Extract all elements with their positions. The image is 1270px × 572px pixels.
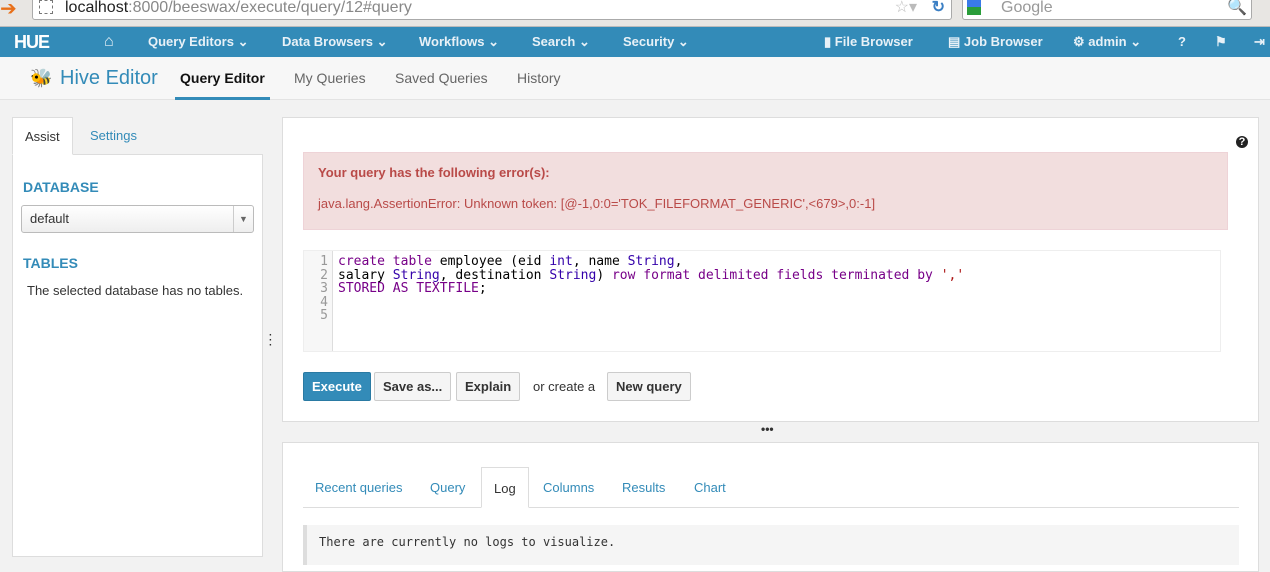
search-placeholder: Google: [1001, 0, 1053, 16]
app-title: Hive Editor: [60, 57, 158, 99]
flag-icon[interactable]: ⚑: [1215, 27, 1227, 57]
nav-job-browser[interactable]: ▤ Job Browser: [948, 27, 1043, 57]
top-nav: HUE ⌂ Query Editors ⌄ Data Browsers ⌄ Wo…: [0, 27, 1270, 57]
tab-saved-queries[interactable]: Saved Queries: [395, 57, 488, 99]
nav-workflows[interactable]: Workflows ⌄: [419, 27, 499, 57]
nav-query-editors[interactable]: Query Editors ⌄: [148, 27, 248, 57]
query-panel: ? Your query has the following error(s):…: [282, 117, 1259, 422]
hue-logo[interactable]: HUE: [14, 27, 49, 57]
tab-query[interactable]: Query: [418, 467, 477, 508]
or-create-label: or create a: [533, 379, 595, 394]
results-panel: Recent queries Query Log Columns Results…: [282, 442, 1259, 572]
assist-panel: Assist Settings DATABASE default▼ TABLES…: [12, 117, 263, 557]
home-icon[interactable]: ⌂: [104, 27, 114, 57]
new-query-button[interactable]: New query: [607, 372, 691, 401]
save-as-button[interactable]: Save as...: [374, 372, 451, 401]
line-numbers: 12345: [304, 251, 333, 351]
bookmark-star-icon[interactable]: ☆▾: [895, 0, 917, 19]
database-select[interactable]: default▼: [21, 205, 254, 233]
sub-nav: 🐝 Hive Editor Query Editor My Queries Sa…: [0, 57, 1270, 100]
help-icon[interactable]: ?: [1178, 27, 1186, 57]
gears-icon: ⚙: [1073, 34, 1085, 49]
url-path: :8000/beeswax/execute/query/12#query: [128, 0, 412, 16]
browser-toolbar: ➔ localhost:8000/beeswax/execute/query/1…: [0, 0, 1270, 27]
tab-log[interactable]: Log: [481, 467, 529, 508]
resize-handle-vertical[interactable]: ···: [269, 333, 272, 348]
tab-query-editor[interactable]: Query Editor: [175, 57, 270, 100]
hive-logo-icon: 🐝: [30, 57, 52, 99]
logout-icon[interactable]: ⇥: [1254, 27, 1265, 57]
tab-columns[interactable]: Columns: [531, 467, 606, 508]
tab-results[interactable]: Results: [610, 467, 677, 508]
tables-empty-message: The selected database has no tables.: [21, 281, 254, 301]
google-icon: [967, 0, 981, 15]
nav-search[interactable]: Search ⌄: [532, 27, 590, 57]
tab-history[interactable]: History: [517, 57, 561, 99]
list-icon: ▤: [948, 34, 960, 49]
tab-recent-queries[interactable]: Recent queries: [303, 467, 414, 508]
file-icon: ▮: [824, 34, 831, 49]
tab-chart[interactable]: Chart: [682, 467, 738, 508]
page-icon: [39, 0, 53, 14]
explain-button[interactable]: Explain: [456, 372, 520, 401]
help-icon[interactable]: ?: [1236, 136, 1248, 148]
tab-my-queries[interactable]: My Queries: [294, 57, 366, 99]
nav-security[interactable]: Security ⌄: [623, 27, 689, 57]
code-editor[interactable]: 12345 create table employee (eid int, na…: [303, 250, 1221, 352]
url-host: localhost: [65, 0, 128, 16]
reload-icon[interactable]: ↻: [932, 0, 945, 19]
log-output: There are currently no logs to visualize…: [303, 525, 1239, 565]
execute-button[interactable]: Execute: [303, 372, 371, 401]
tables-heading: TABLES: [23, 255, 252, 271]
query-code[interactable]: create table employee (eid int, name Str…: [338, 255, 964, 296]
browser-search-input[interactable]: Google 🔍: [962, 0, 1252, 20]
nav-file-browser[interactable]: ▮ File Browser: [824, 27, 913, 57]
chevron-down-icon: ▼: [233, 206, 253, 232]
tab-assist[interactable]: Assist: [12, 117, 73, 155]
back-arrow-icon[interactable]: ➔: [0, 0, 17, 18]
database-heading: DATABASE: [23, 179, 252, 195]
address-bar[interactable]: localhost:8000/beeswax/execute/query/12#…: [32, 0, 952, 20]
resize-handle-horizontal[interactable]: •••: [761, 424, 774, 434]
error-alert: Your query has the following error(s): ja…: [303, 152, 1228, 230]
nav-user-menu[interactable]: ⚙ admin ⌄: [1073, 27, 1141, 57]
nav-data-browsers[interactable]: Data Browsers ⌄: [282, 27, 388, 57]
error-message: java.lang.AssertionError: Unknown token:…: [318, 196, 875, 211]
magnifier-icon[interactable]: 🔍: [1227, 0, 1247, 19]
tab-settings[interactable]: Settings: [78, 117, 149, 155]
error-title: Your query has the following error(s):: [318, 165, 1213, 180]
